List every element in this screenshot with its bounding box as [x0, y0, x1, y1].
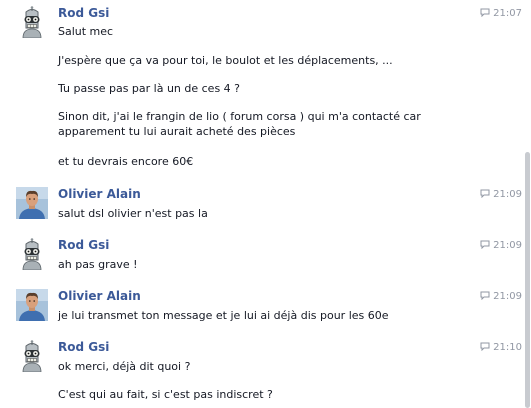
scrollbar-thumb[interactable]	[525, 152, 530, 408]
chat-bubble-icon	[480, 8, 490, 17]
timestamp-text: 21:07	[493, 8, 522, 19]
person-avatar-icon[interactable]	[16, 187, 48, 219]
robot-avatar-icon[interactable]	[16, 6, 48, 38]
sender-name[interactable]: Olivier Alain	[58, 187, 141, 201]
message-text: ok merci, déjà dit quoi ?	[58, 360, 191, 373]
message-text: Salut mec	[58, 25, 114, 38]
sender-name[interactable]: Rod Gsi	[58, 6, 109, 20]
robot-avatar-icon[interactable]	[16, 238, 48, 270]
message-text: je lui transmet ton message et je lui ai…	[58, 309, 389, 322]
timestamp-text: 21:09	[493, 291, 522, 302]
chat-bubble-icon	[480, 240, 490, 249]
message-text: Sinon dit, j'ai le frangin de lio ( foru…	[58, 110, 421, 138]
timestamp: 21:09	[480, 240, 522, 252]
message-text: et tu devrais encore 60€	[58, 155, 194, 168]
person-avatar-icon[interactable]	[16, 289, 48, 321]
sender-name[interactable]: Olivier Alain	[58, 289, 141, 303]
timestamp-text: 21:10	[493, 342, 522, 353]
scrollbar[interactable]	[524, 0, 531, 408]
timestamp-text: 21:09	[493, 189, 522, 200]
timestamp: 21:09	[480, 189, 522, 201]
message-text: salut dsl olivier n'est pas la	[58, 207, 208, 220]
robot-avatar-icon[interactable]	[16, 340, 48, 372]
message-text: Tu passe pas par là un de ces 4 ?	[58, 82, 241, 95]
message-text: ah pas grave !	[58, 258, 138, 271]
chat-bubble-icon	[480, 189, 490, 198]
chat-bubble-icon	[480, 342, 490, 351]
timestamp-text: 21:09	[493, 240, 522, 251]
timestamp: 21:10	[480, 342, 522, 354]
sender-name[interactable]: Rod Gsi	[58, 340, 109, 354]
message-text: C'est qui au fait, si c'est pas indiscre…	[58, 388, 273, 401]
timestamp: 21:07	[480, 8, 522, 20]
message-text: J'espère que ça va pour toi, le boulot e…	[58, 54, 393, 67]
timestamp: 21:09	[480, 291, 522, 303]
chat-bubble-icon	[480, 291, 490, 300]
sender-name[interactable]: Rod Gsi	[58, 238, 109, 252]
message-thread: Rod Gsi 21:07 Salut mec J'espère que ça …	[0, 0, 522, 408]
